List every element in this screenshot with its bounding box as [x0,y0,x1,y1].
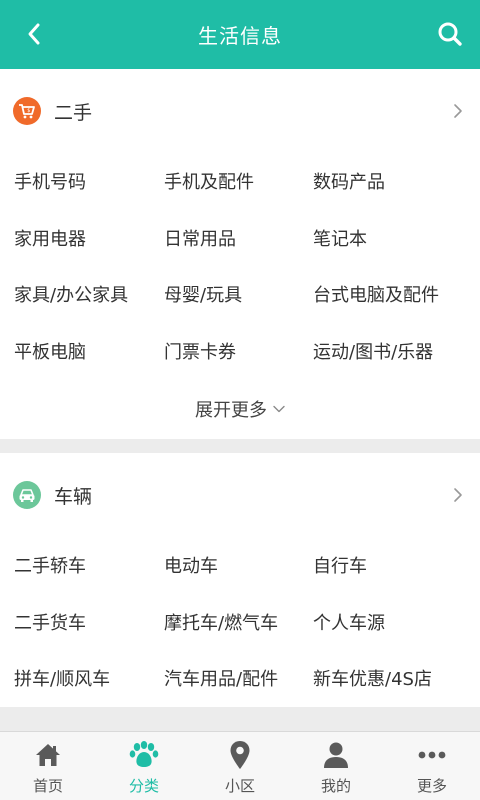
category-item[interactable]: 母婴/玩具 [164,266,313,323]
chevron-down-icon [273,405,285,413]
tab-label: 更多 [416,777,447,795]
category-item[interactable]: 家具/办公家具 [14,266,164,323]
tab-community[interactable]: 小区 [192,732,288,800]
app-screen: 生活信息 $ 二手 手机号码 手机及配件 数码产品 家用电器 日常用品 笔记本 … [0,0,480,800]
tab-label: 小区 [224,777,255,795]
tab-category[interactable]: 分类 [96,732,192,800]
paw-icon [129,740,159,770]
tab-label: 我的 [320,777,351,795]
search-icon [438,22,462,46]
chevron-left-icon [28,23,40,45]
expand-more-label: 展开更多 [195,400,267,421]
content-area: $ 二手 手机号码 手机及配件 数码产品 家用电器 日常用品 笔记本 家具/办公… [0,69,480,731]
bottom-tab-bar: 首页 分类 小区 我的 更多 [0,731,480,800]
section-header-vehicle[interactable]: 车辆 [0,453,480,537]
section-vehicle: 车辆 二手轿车 电动车 自行车 二手货车 摩托车/燃气车 个人车源 拼车/顺风车… [0,453,480,707]
category-item[interactable]: 门票卡券 [164,323,313,380]
car-icon [13,481,41,509]
tab-label: 首页 [32,777,63,795]
category-item[interactable]: 自行车 [313,537,480,594]
category-item[interactable]: 手机及配件 [164,153,313,210]
shopping-cart-icon: $ [13,97,41,125]
category-item[interactable]: 台式电脑及配件 [313,266,480,323]
tab-label: 分类 [128,777,159,795]
search-button[interactable] [430,14,470,54]
category-item[interactable]: 摩托车/燃气车 [164,594,313,651]
category-grid-vehicle: 二手轿车 电动车 自行车 二手货车 摩托车/燃气车 个人车源 拼车/顺风车 汽车… [0,537,480,707]
category-item[interactable]: 日常用品 [164,210,313,267]
svg-text:$: $ [27,108,30,114]
category-item[interactable]: 个人车源 [313,594,480,651]
category-item[interactable]: 二手货车 [14,594,164,651]
user-icon [321,740,351,770]
location-pin-icon [225,740,255,770]
more-dots-icon [417,740,447,770]
page-title: 生活信息 [198,24,282,48]
category-item[interactable]: 平板电脑 [14,323,164,380]
section-secondhand: $ 二手 手机号码 手机及配件 数码产品 家用电器 日常用品 笔记本 家具/办公… [0,69,480,439]
home-icon [33,740,63,770]
tab-mine[interactable]: 我的 [288,732,384,800]
tab-more[interactable]: 更多 [384,732,480,800]
top-bar: 生活信息 [0,0,480,69]
category-item[interactable]: 电动车 [164,537,313,594]
section-title-secondhand: 二手 [54,101,93,124]
category-item[interactable]: 运动/图书/乐器 [313,323,480,380]
category-item[interactable]: 家用电器 [14,210,164,267]
category-item[interactable]: 数码产品 [313,153,480,210]
section-title-vehicle: 车辆 [54,485,93,508]
back-button[interactable] [14,14,54,54]
category-grid-secondhand: 手机号码 手机及配件 数码产品 家用电器 日常用品 笔记本 家具/办公家具 母婴… [0,153,480,379]
tab-home[interactable]: 首页 [0,732,96,800]
category-item[interactable]: 手机号码 [14,153,164,210]
chevron-right-icon [450,487,466,503]
category-item[interactable]: 汽车用品/配件 [164,650,313,707]
category-item[interactable]: 笔记本 [313,210,480,267]
category-item[interactable]: 拼车/顺风车 [14,650,164,707]
section-header-secondhand[interactable]: $ 二手 [0,69,480,153]
category-item[interactable]: 新车优惠/4S店 [313,650,480,707]
category-item[interactable]: 二手轿车 [14,537,164,594]
expand-more-button[interactable]: 展开更多 [0,379,480,439]
chevron-right-icon [450,103,466,119]
